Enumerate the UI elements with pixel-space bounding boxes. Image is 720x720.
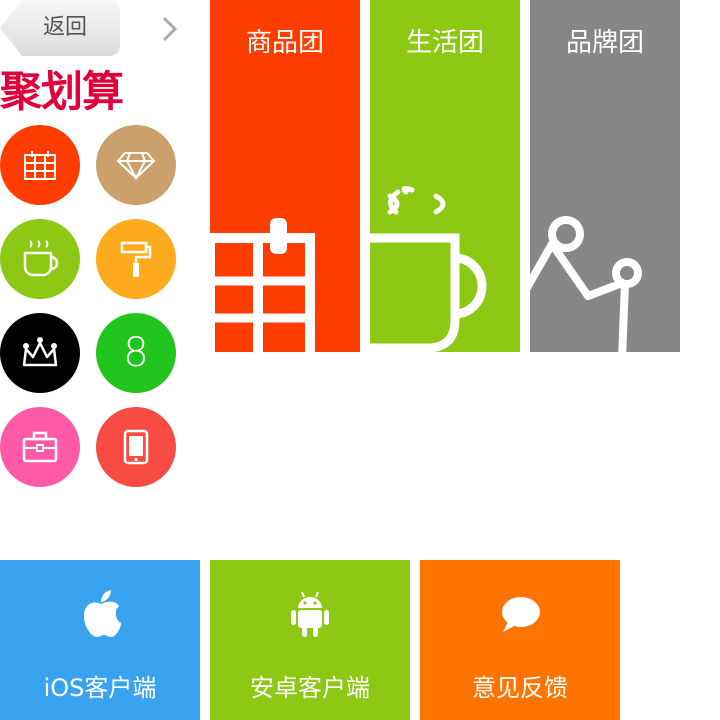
calendar-icon [24, 151, 56, 180]
tile-ios-client[interactable]: iOS客户端 [0, 560, 200, 720]
speech-bubble-icon [502, 597, 540, 632]
category-tablet-button[interactable] [96, 407, 176, 487]
tile-android-client[interactable]: 安卓客户端 [210, 560, 410, 720]
category-crown-button[interactable] [0, 313, 80, 393]
android-icon [291, 591, 329, 637]
tile-feedback[interactable]: 意见反馈 [420, 560, 620, 720]
briefcase-icon [22, 431, 58, 463]
category-briefcase-button[interactable] [0, 407, 80, 487]
tile-label: 意见反馈 [472, 674, 568, 702]
panel-goods-group[interactable]: 商品团 [210, 0, 360, 352]
number-eight-icon: 8 [123, 330, 149, 376]
crown-icon [530, 216, 642, 352]
crown-icon [22, 337, 58, 367]
brand-logo-title: 聚划算 [0, 67, 124, 116]
diamond-icon [116, 152, 156, 180]
apple-icon [84, 590, 121, 637]
category-eight-button[interactable]: 8 [96, 313, 176, 393]
panel-life-group[interactable]: 生活团 [370, 0, 520, 352]
tile-label: 安卓客户端 [250, 674, 370, 702]
category-calendar-button[interactable] [0, 125, 80, 205]
category-coffee-button[interactable] [0, 219, 80, 299]
paint-roller-icon [120, 241, 152, 277]
back-button[interactable]: 返回 [0, 0, 120, 56]
tile-label: iOS客户端 [43, 674, 157, 702]
category-paint-roller-button[interactable] [96, 219, 176, 299]
panel-brand-group[interactable]: 品牌团 [530, 0, 680, 352]
coffee-cup-icon [370, 185, 487, 352]
calendar-icon [210, 218, 315, 352]
coffee-cup-icon [23, 240, 59, 277]
chevron-right-icon[interactable] [156, 14, 182, 44]
tablet-icon [123, 429, 149, 465]
category-diamond-button[interactable] [96, 125, 176, 205]
